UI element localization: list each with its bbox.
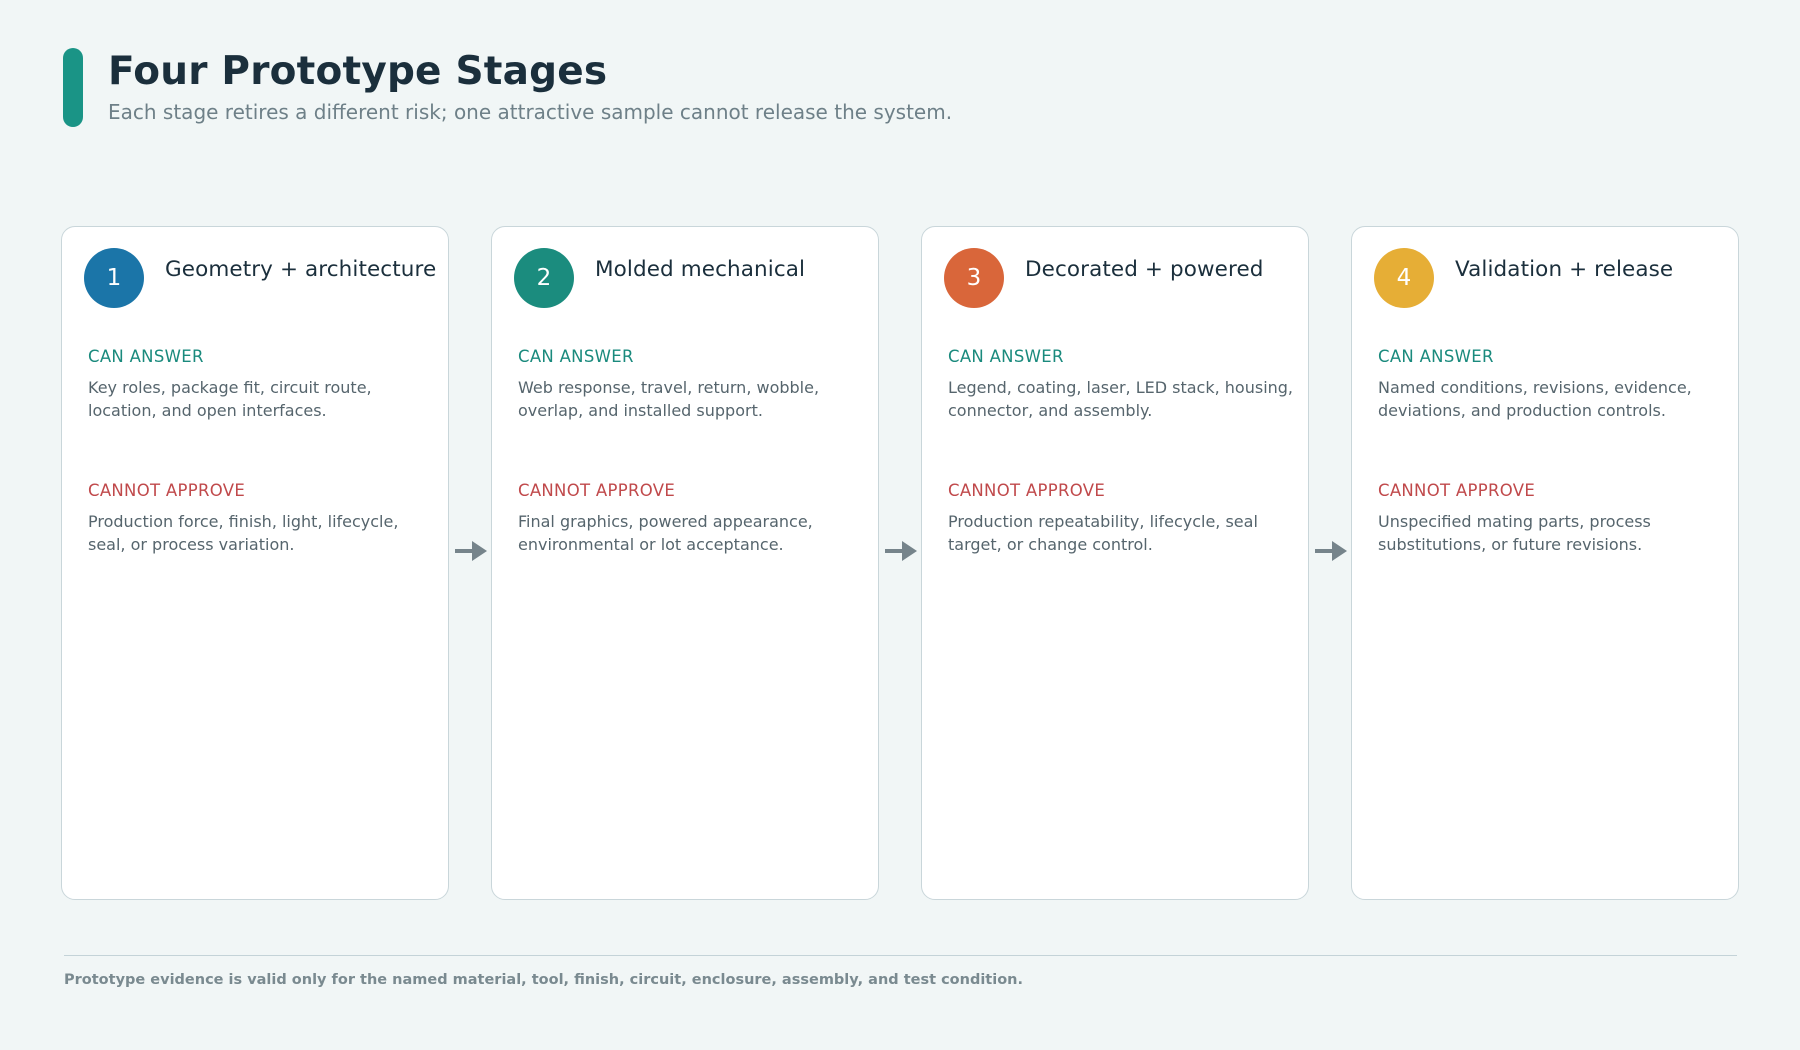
stage-title: Geometry + architecture: [165, 257, 437, 282]
can-answer-text: Key roles, package fit, circuit route, l…: [88, 378, 372, 420]
cannot-approve-label: CANNOT APPROVE: [1378, 481, 1536, 500]
cannot-approve-label: CANNOT APPROVE: [88, 481, 246, 500]
cannot-approve-label: CANNOT APPROVE: [948, 481, 1106, 500]
stage-title: Molded mechanical: [595, 257, 806, 282]
page-subtitle: Each stage retires a different risk; one…: [108, 100, 953, 124]
stage-number-badge: 4: [1374, 248, 1434, 308]
cannot-approve-label: CANNOT APPROVE: [518, 481, 676, 500]
cannot-approve-text: Production repeatability, lifecycle, sea…: [948, 512, 1258, 554]
can-answer-label: CAN ANSWER: [948, 347, 1064, 366]
stage-number-badge: 2: [514, 248, 574, 308]
can-answer-text: Legend, coating, laser, LED stack, housi…: [948, 378, 1294, 420]
stage-arrow-icon: [455, 541, 487, 561]
footer-note: Prototype evidence is valid only for the…: [64, 972, 1023, 988]
title-accent-bar: [63, 48, 83, 127]
cannot-approve-text: Production force, finish, light, lifecyc…: [88, 512, 399, 554]
can-answer-text: Named conditions, revisions, evidence, d…: [1378, 378, 1692, 420]
footer-divider: [64, 955, 1737, 956]
stage-number-badge: 3: [944, 248, 1004, 308]
can-answer-label: CAN ANSWER: [1378, 347, 1494, 366]
stage-number-badge: 1: [84, 248, 144, 308]
stage-title: Decorated + powered: [1025, 257, 1264, 282]
stage-card-4: 4 Validation + release CAN ANSWER Named …: [1351, 226, 1739, 900]
stage-card-2: 2 Molded mechanical CAN ANSWER Web respo…: [491, 226, 879, 900]
stage-arrow-icon: [1315, 541, 1347, 561]
stage-card-3: 3 Decorated + powered CAN ANSWER Legend,…: [921, 226, 1309, 900]
can-answer-label: CAN ANSWER: [88, 347, 204, 366]
can-answer-text: Web response, travel, return, wobble, ov…: [518, 378, 820, 420]
cannot-approve-text: Final graphics, powered appearance, envi…: [518, 512, 813, 554]
stage-arrow-icon: [885, 541, 917, 561]
page-title: Four Prototype Stages: [108, 49, 608, 94]
stage-card-1: 1 Geometry + architecture CAN ANSWER Key…: [61, 226, 449, 900]
stage-title: Validation + release: [1455, 257, 1674, 282]
cannot-approve-text: Unspecified mating parts, process substi…: [1378, 512, 1651, 554]
can-answer-label: CAN ANSWER: [518, 347, 634, 366]
